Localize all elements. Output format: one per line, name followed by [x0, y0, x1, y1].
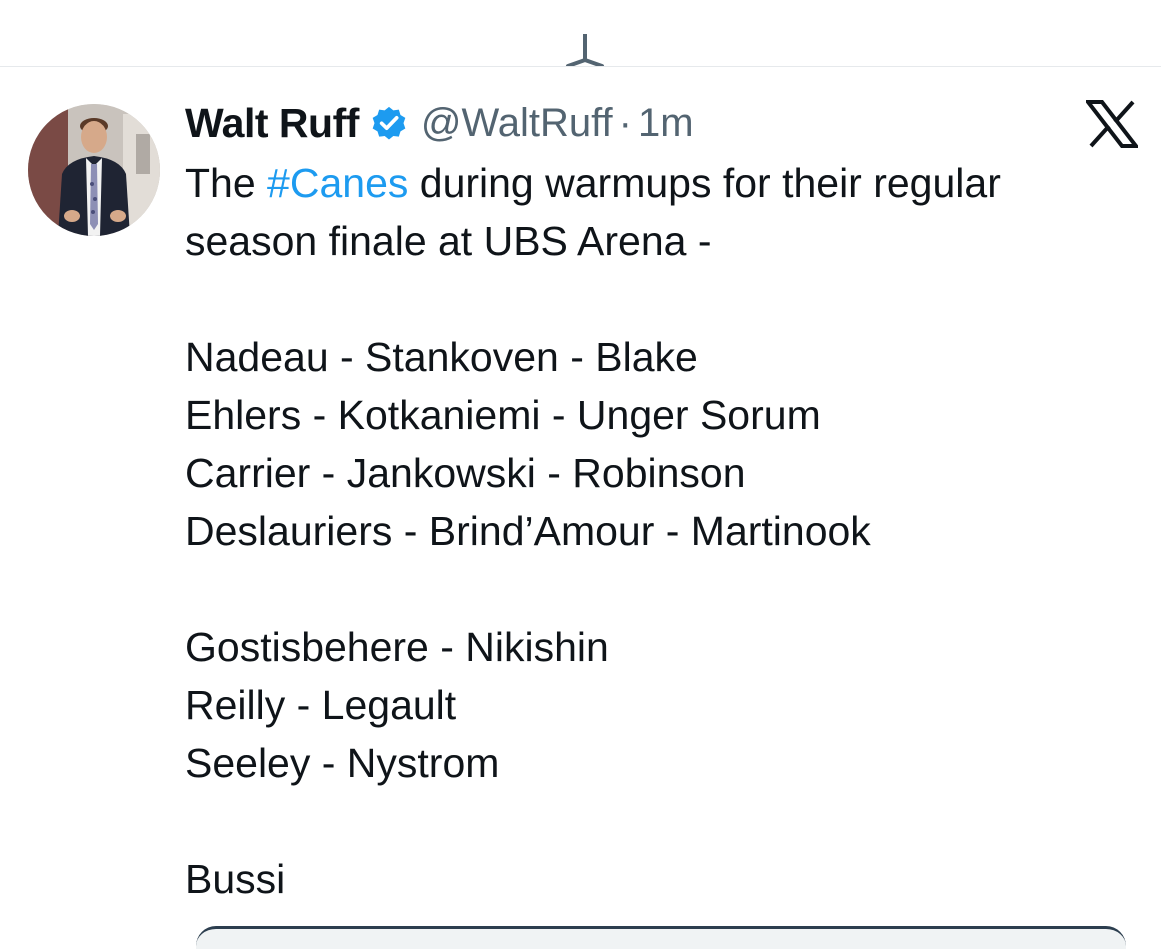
- avatar[interactable]: [28, 104, 160, 236]
- x-logo-icon: [1083, 100, 1141, 148]
- tweet-text: The #Canes during warmups for their regu…: [185, 154, 1135, 908]
- timestamp[interactable]: 1m: [638, 101, 694, 146]
- forward-line: Ehlers - Kotkaniemi - Unger Sorum: [185, 392, 821, 438]
- text-segment: The: [185, 160, 268, 206]
- refresh-icon: [562, 32, 608, 68]
- forward-line: Deslauriers - Brind’Amour - Martinook: [185, 508, 871, 554]
- author-handle[interactable]: @WaltRuff: [421, 101, 613, 146]
- forward-line: Nadeau - Stankoven - Blake: [185, 334, 698, 380]
- hashtag-link[interactable]: #Canes: [267, 160, 408, 206]
- defense-pair: Gostisbehere - Nikishin: [185, 624, 609, 670]
- author-display-name[interactable]: Walt Ruff: [185, 100, 359, 147]
- tweet-line: The #Canes during warmups for their regu…: [185, 154, 1135, 212]
- tweet-header: Walt Ruff @WaltRuff · 1m: [185, 98, 694, 148]
- forward-line: Carrier - Jankowski - Robinson: [185, 450, 746, 496]
- text-segment: during warmups for their regular: [408, 160, 1001, 206]
- tweet-line: season finale at UBS Arena -: [185, 218, 712, 264]
- goalie-line: Bussi: [185, 856, 286, 902]
- defense-pair: Reilly - Legault: [185, 682, 457, 728]
- defense-pair: Seeley - Nystrom: [185, 740, 500, 786]
- media-attachment[interactable]: [196, 926, 1126, 949]
- separator-dot: ·: [618, 100, 632, 145]
- verified-badge-icon: [369, 103, 409, 143]
- top-divider: [0, 66, 1161, 67]
